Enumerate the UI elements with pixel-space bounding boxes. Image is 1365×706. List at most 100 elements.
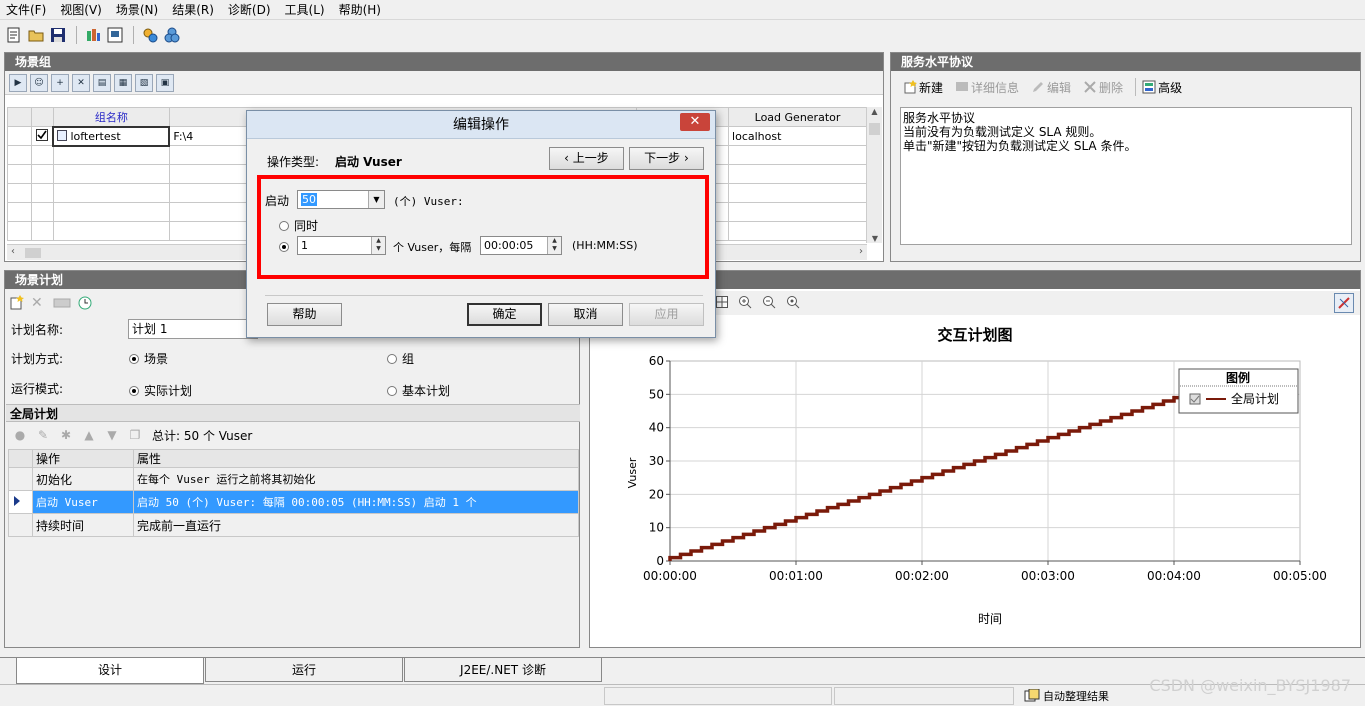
delete-icon xyxy=(1084,81,1096,93)
chart-svg: 交互计划图 00:00:00 00:01:00 00:02:00 00:03:00 00… xyxy=(626,326,1327,626)
group-name-cell[interactable]: loftertest xyxy=(52,125,171,147)
move-down-icon[interactable]: ▼ xyxy=(104,427,120,443)
monitor-icon[interactable] xyxy=(105,25,125,45)
delete-action-icon[interactable]: ✱ xyxy=(58,427,74,443)
run-mode-real-radio[interactable]: 实际计划 xyxy=(129,382,192,399)
group-details-icon[interactable]: ▦ xyxy=(114,73,132,92)
prev-step-button[interactable]: ‹ 上一步 xyxy=(549,147,624,170)
grid-view-icon[interactable] xyxy=(716,295,728,311)
rename-plan-icon[interactable] xyxy=(53,295,71,311)
remove-group-icon[interactable]: ✕ xyxy=(72,73,90,92)
menu-results[interactable]: 结果(R) xyxy=(172,1,214,18)
edit-action-dialog: 编辑操作 ✕ 操作类型: 启动 Vuser ‹ 上一步 下一步 › 启动 50 … xyxy=(246,110,716,338)
edit-action-icon[interactable]: ✎ xyxy=(35,427,51,443)
global-plan-toolbar: ● ✎ ✱ ▲ ▼ ❐ 总计: 50 个 Vuser xyxy=(6,424,580,446)
sla-details-button[interactable]: 详细信息 xyxy=(955,79,1019,96)
zoom-out-icon[interactable] xyxy=(762,295,776,312)
menu-diagnostics[interactable]: 诊断(D) xyxy=(228,1,271,18)
scroll-left-icon[interactable]: ‹ xyxy=(11,246,15,257)
sla-edit-button[interactable]: 编辑 xyxy=(1031,79,1071,96)
load-generator-header[interactable]: Load Generator xyxy=(728,107,867,127)
ok-button[interactable]: 确定 xyxy=(467,303,542,326)
plan-mode-group-radio[interactable]: 组 xyxy=(387,350,414,367)
group-properties-icon[interactable]: ▤ xyxy=(93,73,111,92)
open-folder-icon[interactable] xyxy=(26,25,46,45)
zoom-reset-icon[interactable] xyxy=(786,295,800,312)
add-vuser-icon[interactable]: ☺ xyxy=(30,73,48,92)
sla-new-button[interactable]: 新建 xyxy=(903,79,943,96)
table-row[interactable]: 启动 Vuser 启动 50 (个) Vuser: 每隔 00:00:05 (H… xyxy=(8,490,579,514)
view-script-icon[interactable]: ▧ xyxy=(135,73,153,92)
add-group-icon[interactable]: + xyxy=(51,73,69,92)
menu-file[interactable]: 文件(F) xyxy=(6,1,46,18)
table-row[interactable]: 初始化 在每个 Vuser 运行之前将其初始化 xyxy=(8,467,579,491)
schedule-clock-icon[interactable] xyxy=(77,295,93,311)
plan-name-field[interactable]: 计划 1 xyxy=(128,319,258,339)
add-action-icon[interactable]: ● xyxy=(12,427,28,443)
menu-help[interactable]: 帮助(H) xyxy=(339,1,381,18)
save-icon[interactable] xyxy=(48,25,68,45)
apply-button[interactable]: 应用 xyxy=(629,303,704,326)
toolbar-separator xyxy=(133,26,134,44)
vertical-scrollbar[interactable]: ▲ ▼ xyxy=(866,107,882,243)
delete-plan-icon[interactable]: ✕ xyxy=(31,295,47,311)
property-header[interactable]: 属性 xyxy=(133,449,579,468)
start-count-select[interactable]: 50 ▼ xyxy=(297,190,385,209)
sla-advanced-button[interactable]: 高级 xyxy=(1142,79,1182,96)
per-interval-text: 个 Vuser，每隔 xyxy=(393,241,472,254)
scroll-thumb[interactable] xyxy=(25,248,41,258)
menu-tools[interactable]: 工具(L) xyxy=(285,1,325,18)
run-mode-label: 运行模式: xyxy=(11,382,64,396)
interval-radio[interactable] xyxy=(279,240,294,254)
zoom-in-icon[interactable] xyxy=(738,295,752,312)
cancel-button[interactable]: 取消 xyxy=(548,303,623,326)
chevron-left-icon: ‹ xyxy=(564,151,573,165)
plan-mode-scene-radio[interactable]: 场景 xyxy=(129,350,168,367)
y-tick-label: 60 xyxy=(649,354,664,368)
x-tick-label: 00:00:00 xyxy=(643,569,697,583)
chevron-down-icon[interactable]: ▼ xyxy=(368,191,384,208)
move-up-icon[interactable]: ▲ xyxy=(81,427,97,443)
load-generator-icon[interactable] xyxy=(162,25,182,45)
per-count-stepper[interactable]: 1 ▲ ▼ xyxy=(297,236,386,255)
scroll-down-icon[interactable]: ▼ xyxy=(867,234,883,243)
start-group-icon[interactable]: ▶ xyxy=(9,73,27,92)
auto-collate-status[interactable]: 自动整理结果 xyxy=(1024,688,1109,704)
edit-mode-icon[interactable] xyxy=(1334,293,1354,313)
table-row[interactable]: 持续时间 完成前一直运行 xyxy=(8,513,579,537)
runtime-settings-icon[interactable]: ▣ xyxy=(156,73,174,92)
group-name-header[interactable]: 组名称 xyxy=(52,107,170,127)
tab-design[interactable]: 设计 xyxy=(16,658,204,684)
script-icon xyxy=(57,129,68,141)
toolbar-separator xyxy=(76,26,77,44)
group-enable-checkbox[interactable] xyxy=(30,126,54,146)
interval-stepper[interactable]: 00:00:05 ▲ ▼ xyxy=(480,236,562,255)
new-plan-icon[interactable] xyxy=(9,295,25,311)
copy-icon[interactable]: ❐ xyxy=(127,427,143,443)
action-header[interactable]: 操作 xyxy=(32,449,134,468)
scroll-thumb[interactable] xyxy=(869,123,880,135)
row-pointer-icon xyxy=(8,490,33,514)
run-mode-basic-radio[interactable]: 基本计划 xyxy=(387,382,450,399)
x-tick-label: 00:02:00 xyxy=(895,569,949,583)
global-plan-table: 操作 属性 初始化 在每个 Vuser 运行之前将其初始化 启动 Vuser 启… xyxy=(8,449,579,537)
y-tick-label: 50 xyxy=(649,387,664,401)
run-scenario-icon[interactable] xyxy=(83,25,103,45)
close-icon[interactable]: ✕ xyxy=(680,113,710,131)
vuser-group-icon[interactable] xyxy=(140,25,160,45)
tab-run[interactable]: 运行 xyxy=(205,658,403,682)
new-scenario-icon[interactable] xyxy=(4,25,24,45)
chart-legend: 图例 全局计划 xyxy=(1178,368,1299,414)
scroll-up-icon[interactable]: ▲ xyxy=(867,107,882,116)
menu-view[interactable]: 视图(V) xyxy=(60,1,102,18)
menu-scenario[interactable]: 场景(N) xyxy=(116,1,158,18)
help-button[interactable]: 帮助 xyxy=(267,303,342,326)
simultaneous-radio[interactable]: 同时 xyxy=(279,217,318,234)
tab-diagnostics[interactable]: J2EE/.NET 诊断 xyxy=(404,658,602,682)
next-step-button[interactable]: 下一步 › xyxy=(629,147,704,170)
y-axis-label: Vuser xyxy=(626,457,639,488)
sla-delete-button[interactable]: 删除 xyxy=(1083,79,1123,96)
scenario-group-toolbar: ▶ ☺ + ✕ ▤ ▦ ▧ ▣ xyxy=(5,71,883,95)
scroll-right-icon[interactable]: › xyxy=(859,246,863,257)
sla-description: 服务水平协议 当前没有为负载测试定义 SLA 规则。 单击"新建"按钮为负载测试… xyxy=(900,107,1352,245)
